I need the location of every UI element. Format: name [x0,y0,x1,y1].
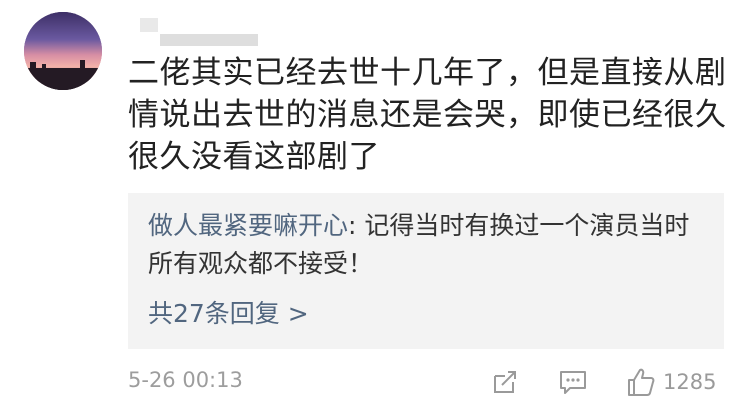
reply-preview[interactable]: 做人最紧要嘛开心: 记得当时有换过一个演员当时所有观众都不接受！ 共27条回复 … [128,193,724,349]
share-icon [494,371,516,393]
like-button[interactable]: 1285 [625,366,727,398]
view-replies-link[interactable]: 共27条回复 > [148,295,309,333]
comment-icon [560,371,586,394]
comment-text: 二佬其实已经去世十几年了，但是直接从剧情说出去世的消息还是会哭，即使已经很久很久… [128,55,727,175]
username-redacted [140,16,260,46]
comment-footer: 5-26 00:13 1285 [128,366,728,400]
like-count: 1285 [663,370,717,394]
redaction-block [160,34,258,46]
reply-separator: : [348,211,365,240]
thumbs-up-icon [628,368,655,396]
timestamp: 5-26 00:13 [128,368,243,392]
reply-author[interactable]: 做人最紧要嘛开心 [148,211,348,240]
avatar[interactable] [24,12,102,90]
reply-item[interactable]: 做人最紧要嘛开心: 记得当时有换过一个演员当时所有观众都不接受！ [148,207,708,283]
share-button[interactable] [491,366,521,398]
redaction-block [140,18,158,32]
avatar-image [24,12,102,90]
comment-button[interactable] [558,366,590,398]
